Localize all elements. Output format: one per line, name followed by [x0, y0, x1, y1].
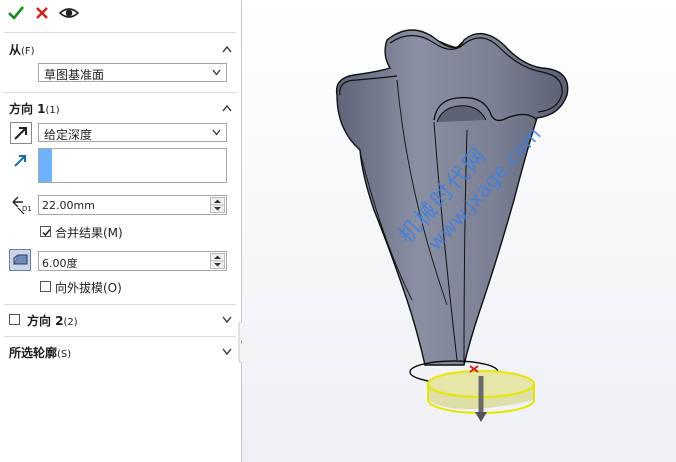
reverse-direction-icon[interactable]: [10, 122, 32, 144]
from-select-value: 草图基准面: [44, 68, 105, 82]
section-direction1-label: 方向 1: [9, 102, 46, 116]
chevron-down-icon: [212, 69, 221, 76]
section-contours-title[interactable]: 所选轮廓(S): [9, 344, 71, 361]
checkmark-icon: [42, 229, 51, 237]
divider: [4, 32, 236, 33]
draft-outward-label: 向外拔模(O): [55, 281, 122, 295]
section-from-label: 从: [9, 43, 22, 57]
section-direction1-title[interactable]: 方向 1(1): [9, 100, 60, 117]
merge-result-label: 合并结果(M): [55, 226, 123, 240]
property-toolbar: [0, 0, 242, 26]
divider: [4, 336, 236, 337]
draft-icon[interactable]: [9, 249, 31, 271]
eye-icon[interactable]: [58, 3, 80, 23]
section-from-shortcut: (F): [21, 46, 35, 57]
depth-input[interactable]: 22.00mm: [38, 195, 227, 215]
spin-arrows-icon[interactable]: [210, 197, 225, 213]
draft-angle-value: 6.00度: [42, 257, 78, 270]
section-direction2-title[interactable]: 方向 2(2): [27, 312, 78, 329]
chevron-down-icon: [212, 129, 221, 136]
depth-value: 22.00mm: [42, 199, 95, 212]
from-select[interactable]: 草图基准面: [38, 63, 227, 82]
end-condition-select[interactable]: 给定深度: [38, 123, 227, 142]
chevron-down-icon[interactable]: [222, 348, 232, 356]
selection-color-bar: [39, 149, 52, 182]
direction-vector-icon: [12, 151, 34, 173]
section-direction2-shortcut: (2): [63, 317, 78, 328]
depth-dimension-icon: D1: [10, 194, 32, 216]
divider: [4, 304, 236, 305]
graphics-viewport[interactable]: 机械时代网 www.jxage.com: [242, 0, 676, 462]
direction-selection-box[interactable]: [38, 148, 227, 183]
section-contours-label: 所选轮廓: [9, 346, 58, 360]
draft-outward-checkbox[interactable]: [40, 281, 51, 292]
section-contours-shortcut: (S): [57, 349, 72, 360]
section-direction2-label: 方向 2: [27, 314, 64, 328]
draft-angle-input[interactable]: 6.00度: [38, 251, 227, 271]
end-condition-value: 给定深度: [44, 128, 93, 142]
depth-badge: D1: [22, 205, 32, 213]
merge-result-checkbox[interactable]: [40, 226, 51, 237]
chevron-up-icon[interactable]: [222, 45, 232, 53]
checkmark-icon[interactable]: [6, 3, 26, 23]
x-icon[interactable]: [32, 3, 52, 23]
property-manager-panel: 从(F) 草图基准面 方向 1(1) 给定深度 D1 22.00mm 合并结果(…: [0, 0, 242, 462]
spin-arrows-icon[interactable]: [210, 253, 225, 269]
direction2-checkbox[interactable]: [9, 314, 20, 325]
divider: [4, 92, 236, 93]
section-from-title[interactable]: 从(F): [9, 41, 35, 58]
chevron-up-icon[interactable]: [222, 104, 232, 112]
chevron-down-icon[interactable]: [222, 316, 232, 324]
section-direction1-shortcut: (1): [45, 105, 60, 116]
